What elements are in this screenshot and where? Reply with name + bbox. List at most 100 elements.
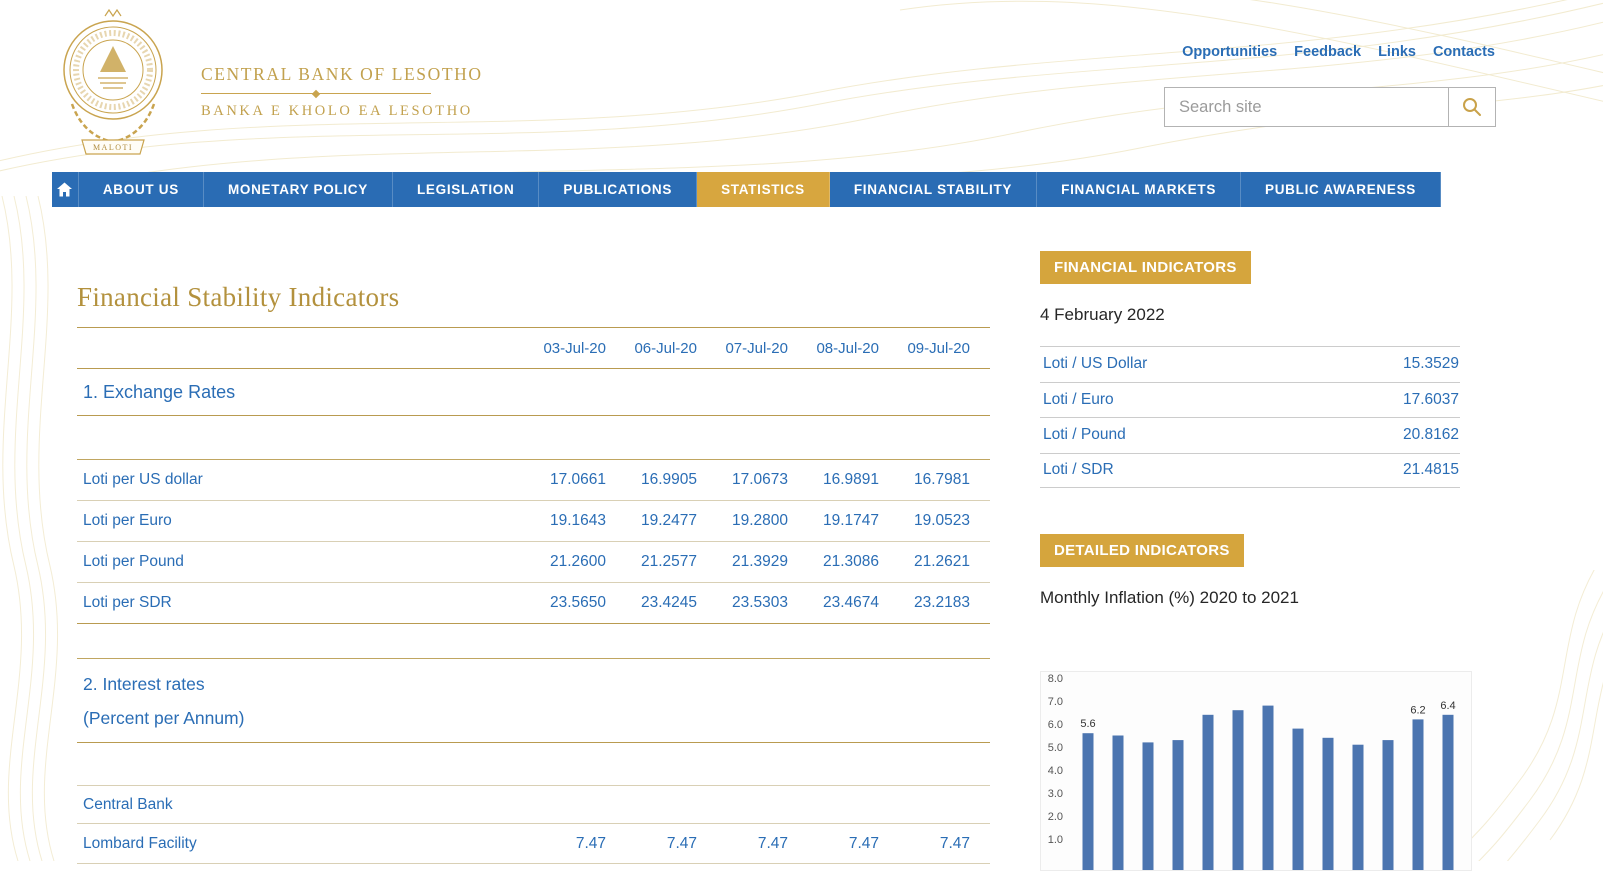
cell-value: 17.0661 [515, 460, 606, 501]
row-label-lombard-facility[interactable]: Lombard Facility [83, 835, 197, 852]
table-row: Central Bank [77, 786, 990, 824]
svg-text:6.0: 6.0 [1048, 719, 1063, 731]
brand-divider [201, 93, 431, 94]
row-label-central-bank[interactable]: Central Bank [83, 796, 173, 813]
section-interest-rates: 2. Interest rates (Percent per Annum) [77, 659, 990, 743]
svg-text:6.2: 6.2 [1410, 704, 1425, 716]
cell-value: 19.2800 [697, 501, 788, 542]
section-exchange-rates: 1. Exchange Rates [77, 369, 990, 416]
cell-value: 23.5303 [697, 583, 788, 624]
sidebar: FINANCIAL INDICATORS 4 February 2022 Lot… [1040, 251, 1472, 871]
cell-value: 21.2577 [606, 542, 697, 583]
cell-value: 23.4674 [788, 583, 879, 624]
date-column: 06-Jul-20 [606, 328, 697, 369]
search-icon [1461, 96, 1483, 118]
chart-title: Monthly Inflation (%) 2020 to 2021 [1040, 588, 1472, 608]
main-nav: ABOUT US MONETARY POLICY LEGISLATION PUB… [52, 172, 1441, 207]
nav-item-statistics[interactable]: STATISTICS [697, 172, 830, 207]
date-column: 03-Jul-20 [515, 328, 606, 369]
row-label-loti-per-euro[interactable]: Loti per Euro [83, 512, 172, 529]
financial-stability-table: 03-Jul-20 06-Jul-20 07-Jul-20 08-Jul-20 … [77, 327, 990, 864]
nav-item-public-awareness[interactable]: PUBLIC AWARENESS [1241, 172, 1441, 207]
contacts-link[interactable]: Contacts [1433, 44, 1495, 60]
svg-text:1.0: 1.0 [1048, 834, 1063, 846]
nav-item-financial-markets[interactable]: FINANCIAL MARKETS [1037, 172, 1241, 207]
links-link[interactable]: Links [1378, 44, 1416, 60]
utility-links: Opportunities Feedback Links Contacts [1182, 44, 1495, 60]
cell-value: 23.5650 [515, 583, 606, 624]
indicator-loti-sdr[interactable]: Loti / SDR [1043, 461, 1114, 479]
cell-value: 19.0523 [879, 501, 990, 542]
inflation-bar-chart: 8.07.06.05.04.03.02.01.05.66.26.4 [1040, 671, 1472, 871]
svg-text:2.0: 2.0 [1048, 811, 1063, 823]
list-item: Loti / SDR 21.4815 [1040, 453, 1460, 489]
nav-item-about-us[interactable]: ABOUT US [79, 172, 204, 207]
cell-value: 21.3929 [697, 542, 788, 583]
nav-item-publications[interactable]: PUBLICATIONS [539, 172, 697, 207]
cell-value: 16.9905 [606, 460, 697, 501]
table-row: Lombard Facility 7.47 7.47 7.47 7.47 7.4… [77, 824, 990, 864]
cell-value: 17.0673 [697, 460, 788, 501]
nav-item-financial-stability[interactable]: FINANCIAL STABILITY [830, 172, 1037, 207]
cell-value: 21.2600 [515, 542, 606, 583]
list-item: Loti / US Dollar 15.3529 [1040, 346, 1460, 382]
table-row: Loti per US dollar 17.0661 16.9905 17.06… [77, 460, 990, 501]
brand-wordmark: CENTRAL BANK OF LESOTHO BANKA E KHOLO EA… [201, 64, 431, 120]
row-label-loti-per-us-dollar[interactable]: Loti per US dollar [83, 471, 203, 488]
table-row: Loti per SDR 23.5650 23.4245 23.5303 23.… [77, 583, 990, 624]
search-input[interactable] [1165, 88, 1448, 126]
detailed-indicators-heading: DETAILED INDICATORS [1040, 534, 1244, 567]
row-label-loti-per-sdr[interactable]: Loti per SDR [83, 594, 172, 611]
cell-value: 19.2477 [606, 501, 697, 542]
section-heading: 1. Exchange Rates [77, 369, 990, 416]
site-search [1164, 87, 1496, 127]
indicator-value: 17.6037 [1403, 391, 1459, 409]
financial-indicators-heading: FINANCIAL INDICATORS [1040, 251, 1251, 284]
cell-value: 21.2621 [879, 542, 990, 583]
row-label-loti-per-pound[interactable]: Loti per Pound [83, 553, 184, 570]
nav-home-link[interactable] [52, 172, 79, 207]
main-content: Financial Stability Indicators 03-Jul-20… [77, 240, 990, 864]
section-heading: 2. Interest rates [83, 667, 970, 701]
svg-text:3.0: 3.0 [1048, 788, 1063, 800]
date-column: 09-Jul-20 [879, 328, 990, 369]
cell-value: 7.47 [515, 824, 606, 864]
indicator-value: 20.8162 [1403, 426, 1459, 444]
svg-text:6.4: 6.4 [1440, 700, 1455, 712]
cell-value: 16.7981 [879, 460, 990, 501]
date-column: 07-Jul-20 [697, 328, 788, 369]
indicator-value: 21.4815 [1403, 461, 1459, 479]
table-row: Loti per Euro 19.1643 19.2477 19.2800 19… [77, 501, 990, 542]
site-header: MALOTI CENTRAL BANK OF LESOTHO BANKA E K… [0, 0, 1603, 172]
nav-item-legislation[interactable]: LEGISLATION [393, 172, 539, 207]
corner-waves-decoration [1470, 570, 1603, 861]
nav-item-monetary-policy[interactable]: MONETARY POLICY [204, 172, 393, 207]
search-button[interactable] [1448, 88, 1495, 126]
list-item: Loti / Euro 17.6037 [1040, 382, 1460, 418]
cell-value: 7.47 [788, 824, 879, 864]
indicator-loti-us-dollar[interactable]: Loti / US Dollar [1043, 355, 1147, 373]
cell-value: 19.1747 [788, 501, 879, 542]
svg-text:5.0: 5.0 [1048, 742, 1063, 754]
table-date-header-row: 03-Jul-20 06-Jul-20 07-Jul-20 08-Jul-20 … [77, 328, 990, 369]
cell-value: 7.47 [697, 824, 788, 864]
list-item: Loti / Pound 20.8162 [1040, 417, 1460, 453]
svg-text:4.0: 4.0 [1048, 765, 1063, 777]
indicator-loti-euro[interactable]: Loti / Euro [1043, 391, 1114, 409]
page-title: Financial Stability Indicators [77, 282, 990, 313]
cell-value: 23.4245 [606, 583, 697, 624]
cell-value: 21.3086 [788, 542, 879, 583]
financial-indicators-list: Loti / US Dollar 15.3529 Loti / Euro 17.… [1040, 346, 1460, 488]
cell-value: 23.2183 [879, 583, 990, 624]
table-row: Loti per Pound 21.2600 21.2577 21.3929 2… [77, 542, 990, 583]
date-column: 08-Jul-20 [788, 328, 879, 369]
opportunities-link[interactable]: Opportunities [1182, 44, 1277, 60]
svg-text:8.0: 8.0 [1048, 673, 1063, 685]
cell-value: 19.1643 [515, 501, 606, 542]
indicator-value: 15.3529 [1403, 355, 1459, 373]
svg-text:7.0: 7.0 [1048, 696, 1063, 708]
cell-value: 7.47 [606, 824, 697, 864]
indicators-date: 4 February 2022 [1040, 305, 1472, 325]
indicator-loti-pound[interactable]: Loti / Pound [1043, 426, 1126, 444]
feedback-link[interactable]: Feedback [1294, 44, 1361, 60]
